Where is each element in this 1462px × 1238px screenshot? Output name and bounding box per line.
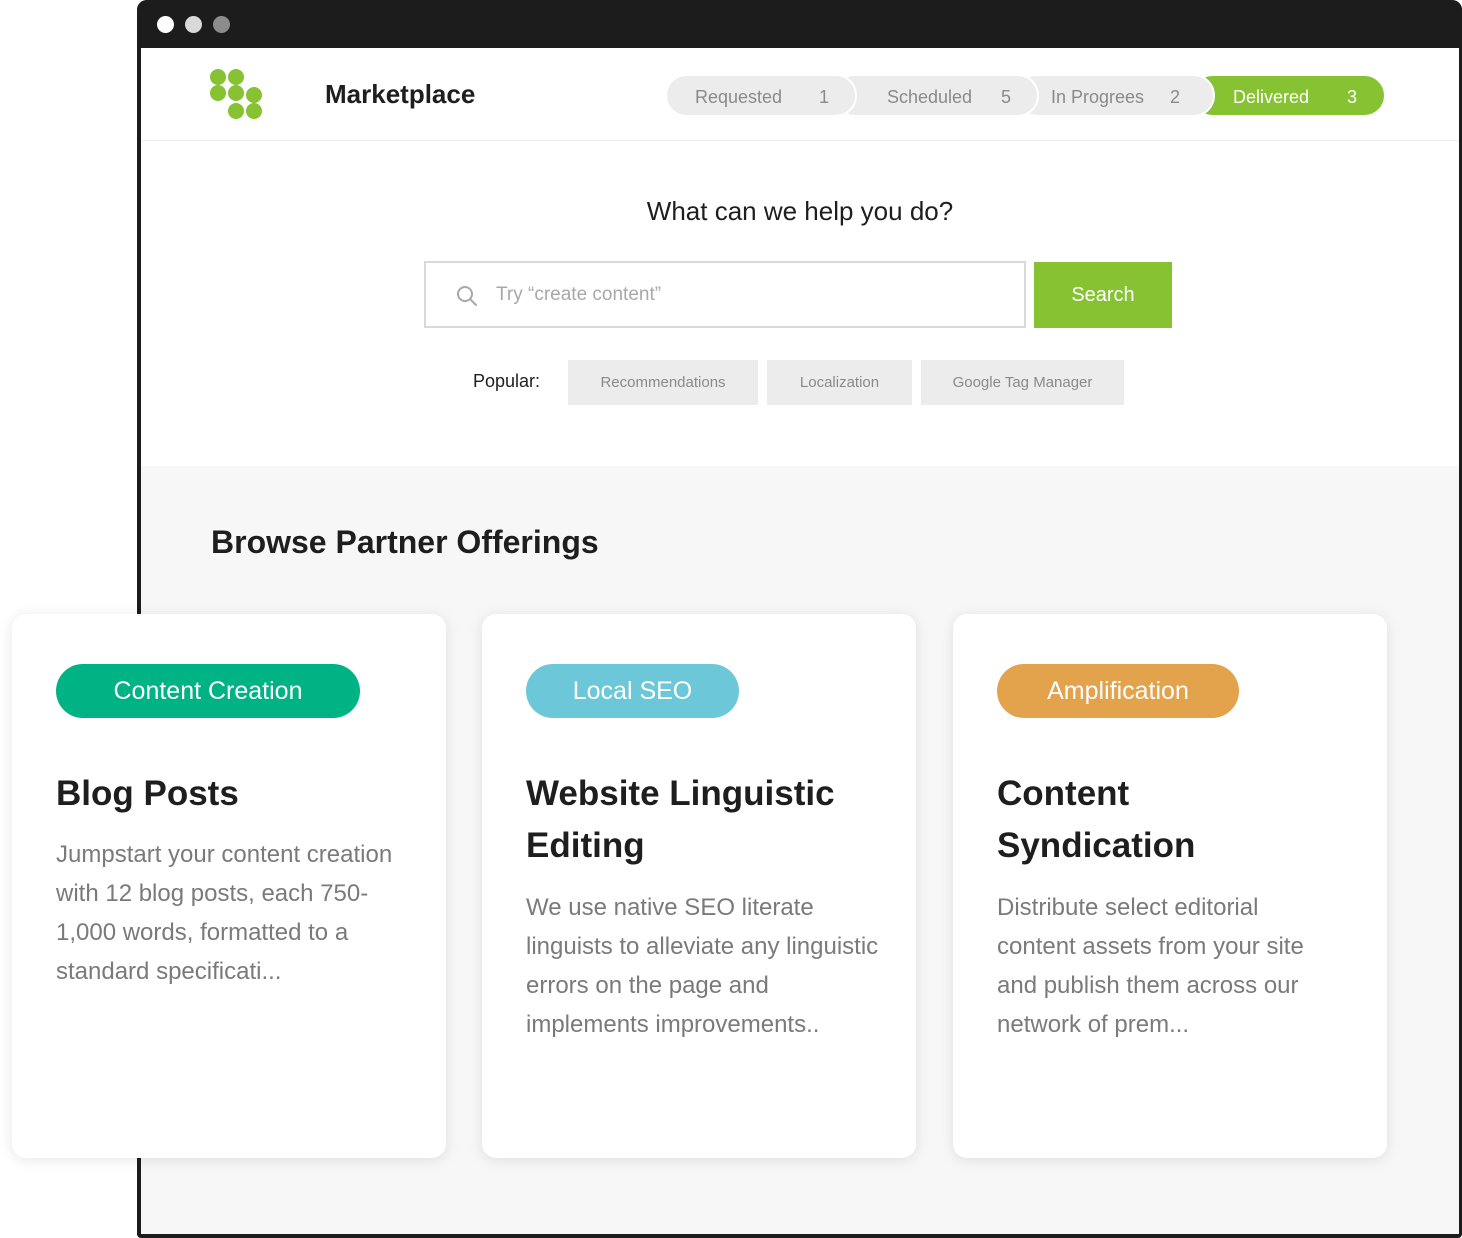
tab-label: Requested [695,87,783,107]
tab-scheduled[interactable]: Scheduled 5 [833,74,1039,117]
category-tag: Local SEO [526,664,739,718]
search-box[interactable] [424,261,1026,328]
popular-chip-google-tag-manager[interactable]: Google Tag Manager [921,360,1124,405]
search-heading: What can we help you do? [646,196,954,226]
logo-icon[interactable] [210,69,266,121]
tab-label: Scheduled [887,87,973,107]
offering-card-content-syndication[interactable]: Amplification Content Syndication Distri… [953,614,1387,1158]
tab-label: In Progrees [1051,87,1145,107]
offering-card-blog-posts[interactable]: Content Creation Blog Posts Jumpstart yo… [12,614,446,1158]
tab-count: 2 [1170,87,1181,107]
search-button[interactable]: Search [1034,262,1172,328]
popular-chip-recommendations[interactable]: Recommendations [568,360,758,405]
card-title: Content Syndication [997,774,1196,865]
tab-count: 5 [1001,87,1012,107]
popular-label: Popular: [473,371,541,391]
window-minimize-button[interactable] [185,16,202,33]
offering-card-website-linguistic-editing[interactable]: Local SEO Website Linguistic Editing We … [482,614,916,1158]
card-title: Website Linguistic Editing [526,774,835,865]
tab-label: Delivered [1233,87,1310,107]
search-icon [457,286,477,306]
card-title: Blog Posts [56,774,239,813]
card-description: We use native SEO literate linguists to … [526,894,879,1038]
category-tag: Amplification [997,664,1239,718]
tab-requested[interactable]: Requested 1 [665,74,857,117]
card-description: Jumpstart your content creation with 12 … [56,841,393,985]
category-tag: Content Creation [56,664,360,718]
window-close-button[interactable] [157,16,174,33]
status-tabs: Requested 1 Scheduled 5 In Progrees 2 De… [665,74,1386,117]
card-description: Distribute select editorial content asse… [997,894,1304,1038]
window-titlebar [137,0,1462,48]
app-title: Marketplace [325,79,476,109]
browse-title: Browse Partner Offerings [211,524,599,560]
tab-count: 1 [819,87,830,107]
tab-count: 3 [1347,87,1358,107]
tab-delivered[interactable]: Delivered 3 [1191,74,1386,117]
tab-in-progress[interactable]: In Progrees 2 [1015,74,1215,117]
popular-chip-localization[interactable]: Localization [767,360,912,405]
search-input[interactable] [496,263,996,326]
app-header: Marketplace Requested 1 Scheduled 5 In P… [141,48,1459,141]
window-maximize-button[interactable] [213,16,230,33]
